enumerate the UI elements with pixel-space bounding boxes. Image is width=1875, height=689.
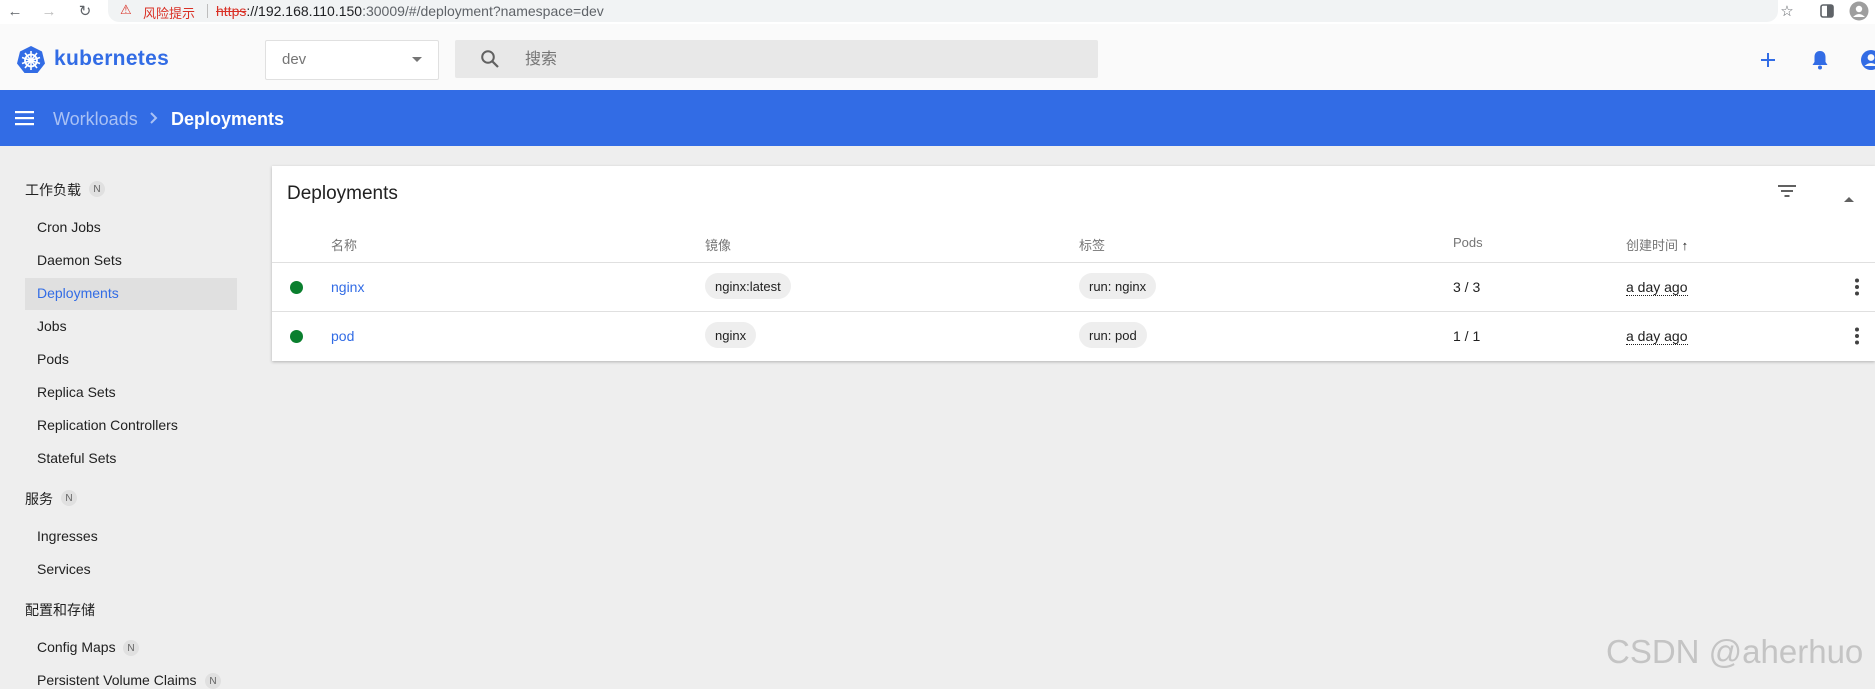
sidebar-item-jobs[interactable]: Jobs	[37, 318, 67, 334]
deployment-name-link[interactable]: nginx	[331, 279, 364, 295]
row-divider	[272, 311, 1875, 312]
sidebar-item-services[interactable]: Services	[37, 561, 91, 577]
forward-icon[interactable]: →	[38, 0, 60, 22]
label-chip: run: nginx	[1079, 273, 1157, 299]
create-resource-button[interactable]	[1754, 46, 1782, 74]
column-header-pods: Pods	[1453, 235, 1483, 250]
namespaced-badge: N	[61, 490, 77, 506]
breadcrumb-current: Deployments	[171, 109, 285, 129]
status-running-icon	[290, 330, 303, 343]
namespaced-badge: N	[89, 181, 105, 197]
status-running-icon	[290, 281, 303, 294]
search-input[interactable]	[523, 46, 1087, 74]
sidebar-item-deployments[interactable]: Deployments	[37, 285, 119, 301]
sidebar-item-replica-sets[interactable]: Replica Sets	[37, 384, 116, 400]
image-chip: nginx:latest	[705, 273, 791, 299]
created-time[interactable]: a day ago	[1626, 280, 1688, 296]
more-vert-icon[interactable]	[1854, 278, 1860, 301]
header-divider	[272, 262, 1875, 263]
namespace-value: dev	[282, 51, 307, 68]
chevron-right-icon	[148, 109, 160, 132]
sidebar-item-stateful-sets[interactable]: Stateful Sets	[37, 450, 116, 466]
nav-section-config-storage[interactable]: 配置和存储	[25, 600, 95, 620]
star-icon[interactable]: ☆	[1776, 0, 1798, 22]
url-host: ://192.168.110.150	[246, 3, 363, 19]
url-path: :30009/#/deployment?namespace=dev	[362, 3, 604, 19]
account-icon[interactable]	[1857, 46, 1875, 74]
sidebar-item-replication-controllers[interactable]: Replication Controllers	[37, 417, 178, 433]
back-icon[interactable]: ←	[4, 0, 26, 22]
kubernetes-logo-icon[interactable]	[16, 45, 46, 75]
column-header-created-label: 创建时间	[1626, 238, 1679, 253]
pods-count: 1 / 1	[1453, 328, 1481, 344]
column-header-labels: 标签	[1079, 238, 1106, 253]
warning-icon[interactable]: ⚠	[120, 2, 132, 18]
image-chip: nginx	[705, 322, 757, 348]
label-chip: run: pod	[1079, 322, 1147, 348]
breadcrumb-workloads[interactable]: Workloads	[53, 109, 138, 130]
brand-name[interactable]: kubernetes	[54, 47, 169, 71]
column-header-name[interactable]: 名称	[331, 235, 357, 254]
notifications-bell-icon[interactable]	[1806, 46, 1834, 74]
namespaced-badge: N	[205, 673, 221, 689]
column-header-created[interactable]: 创建时间 ↑	[1626, 235, 1688, 254]
sidebar-item-config-maps[interactable]: Config Maps	[37, 639, 116, 655]
more-vert-icon[interactable]	[1854, 327, 1860, 350]
profile-icon[interactable]	[1848, 0, 1870, 22]
sort-arrow-up-icon: ↑	[1681, 238, 1689, 253]
sidebar-item-pods[interactable]: Pods	[37, 351, 69, 367]
sidebar-item-daemon-sets[interactable]: Daemon Sets	[37, 252, 122, 268]
security-warning-label[interactable]: 风险提示	[143, 3, 195, 22]
sidebar-item-persistent-volume-claims[interactable]: Persistent Volume Claims	[37, 672, 197, 688]
search-icon	[480, 49, 500, 74]
url-text[interactable]: https://192.168.110.150:30009/#/deployme…	[216, 3, 604, 19]
collapse-caret-icon[interactable]	[1843, 190, 1855, 208]
url-scheme: https	[216, 3, 247, 19]
created-time[interactable]: a day ago	[1626, 329, 1688, 345]
deployment-name-link[interactable]: pod	[331, 328, 354, 344]
column-header-images: 镜像	[705, 238, 732, 253]
reload-icon[interactable]: ↻	[74, 0, 96, 22]
sidebar-item-cron-jobs[interactable]: Cron Jobs	[37, 219, 101, 235]
menu-icon[interactable]	[14, 109, 36, 132]
watermark: CSDN @aherhuo	[1606, 633, 1864, 670]
dropdown-caret-icon	[412, 57, 422, 62]
card-title: Deployments	[287, 183, 398, 204]
pods-count: 3 / 3	[1453, 279, 1481, 295]
nav-section-services[interactable]: 服务	[25, 489, 53, 509]
namespaced-badge: N	[123, 640, 139, 656]
filter-icon[interactable]	[1778, 184, 1796, 203]
side-panel-icon[interactable]	[1816, 0, 1838, 22]
address-separator	[207, 4, 208, 18]
nav-section-workloads[interactable]: 工作负载	[25, 180, 81, 200]
sidebar-item-ingresses[interactable]: Ingresses	[37, 528, 98, 544]
